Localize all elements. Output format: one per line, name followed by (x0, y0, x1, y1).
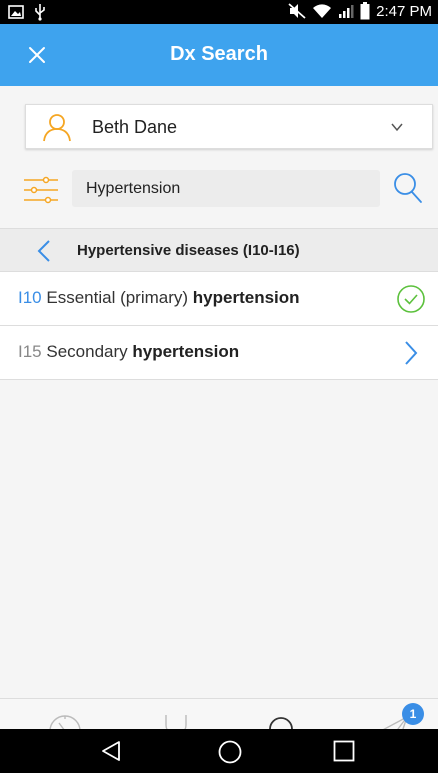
mute-icon (288, 3, 306, 19)
search-icon[interactable] (393, 172, 423, 204)
user-icon (43, 114, 71, 142)
patient-name: Beth Dane (92, 117, 178, 137)
signal-icon (339, 5, 354, 18)
list-item[interactable]: I15 Secondary hypertension (0, 326, 438, 380)
dx-description: Essential (primary) (41, 288, 193, 307)
notification-badge: 1 (402, 703, 424, 725)
battery-icon (360, 2, 370, 20)
wifi-icon (313, 4, 332, 18)
chevron-down-icon[interactable] (390, 122, 404, 132)
list-item-text: I15 Secondary hypertension (18, 342, 239, 362)
empty-area (0, 381, 438, 698)
page-title: Dx Search (170, 43, 268, 65)
app-bar: Dx Search (0, 24, 438, 86)
category-label: Hypertensive diseases (I10-I16) (77, 242, 300, 259)
chevron-left-icon[interactable] (36, 239, 52, 263)
status-bar: 2:47 PM (0, 0, 438, 24)
chevron-right-icon[interactable] (396, 338, 426, 368)
dx-description: Secondary (41, 342, 133, 361)
usb-icon (35, 4, 45, 21)
dx-code: I15 (18, 342, 42, 361)
system-nav-bar (0, 729, 438, 773)
list-item[interactable]: I10 Essential (primary) hypertension (0, 272, 438, 326)
dx-match: hypertension (192, 288, 300, 307)
search-input[interactable]: Hypertension (72, 170, 380, 207)
patient-selector[interactable]: Beth Dane (25, 104, 433, 149)
list-item-text: I10 Essential (primary) hypertension (18, 288, 300, 308)
status-time: 2:47 PM (376, 2, 432, 20)
nav-home-icon[interactable] (218, 740, 242, 764)
category-header[interactable]: Hypertensive diseases (I10-I16) (0, 228, 438, 272)
dx-match: hypertension (132, 342, 240, 361)
dx-code: I10 (18, 288, 42, 307)
image-notification-icon (8, 5, 24, 19)
filter-sliders-icon[interactable] (22, 175, 60, 205)
result-list: I10 Essential (primary) hypertension I15… (0, 272, 438, 380)
nav-recents-icon[interactable] (333, 740, 355, 762)
nav-back-icon[interactable] (100, 740, 122, 762)
check-circle-icon[interactable] (396, 284, 426, 314)
